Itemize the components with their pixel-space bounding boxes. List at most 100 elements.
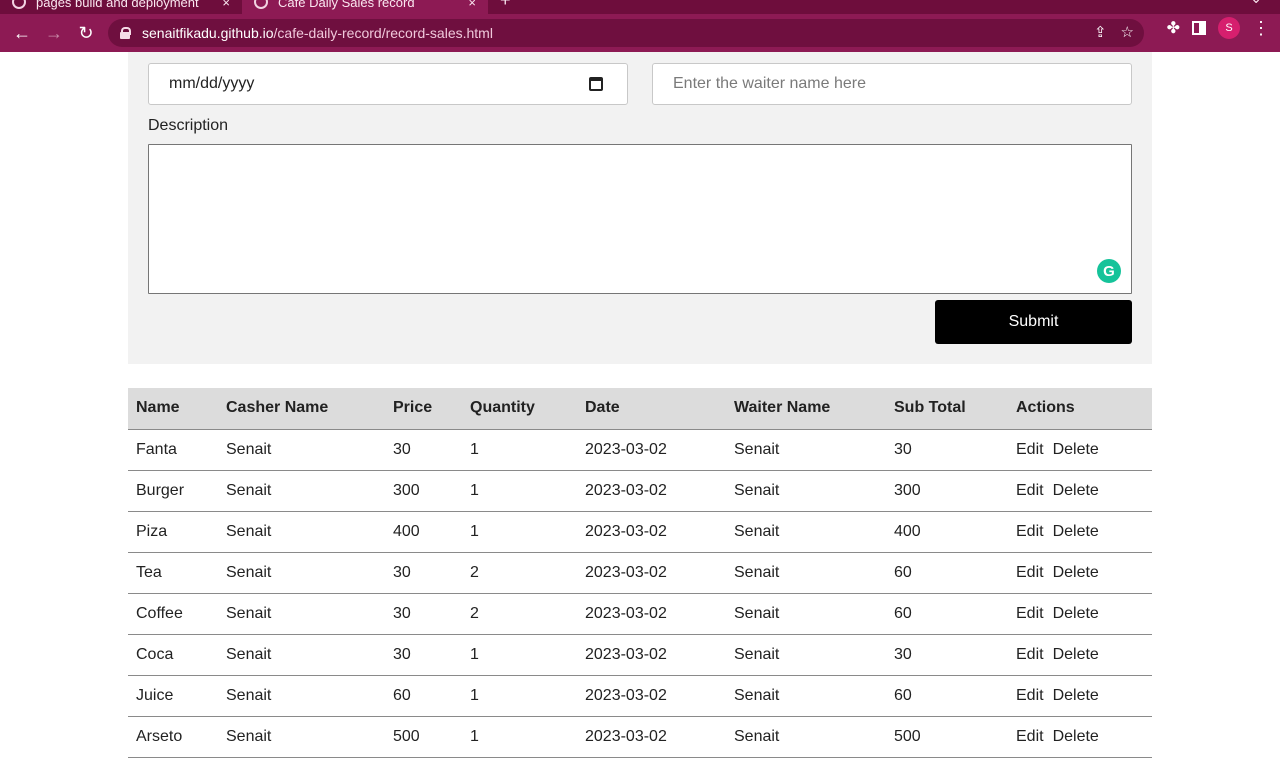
column-header: Date <box>577 388 726 430</box>
description-textarea[interactable]: G <box>148 144 1132 294</box>
actions-cell: Edit Delete <box>1008 470 1152 512</box>
column-header: Price <box>385 388 462 430</box>
table-cell: Senait <box>726 593 886 635</box>
side-panel-icon[interactable] <box>1192 21 1206 35</box>
date-placeholder: mm/dd/yyyy <box>169 75 255 92</box>
table-row: Juice Senait 60 1 2023-03-02 Senait 60 Edit Dele… <box>128 675 1152 717</box>
delete-button[interactable]: Delete <box>1053 564 1099 581</box>
table-cell: 1 <box>462 511 577 553</box>
table-cell: Senait <box>726 470 886 512</box>
forward-icon[interactable]: → <box>38 17 70 49</box>
delete-button[interactable]: Delete <box>1053 441 1099 458</box>
table-cell: Senait <box>218 470 385 512</box>
grammarly-icon[interactable]: G <box>1097 259 1121 283</box>
date-input[interactable]: mm/dd/yyyy <box>148 63 628 105</box>
table-cell: 2023-03-02 <box>577 470 726 512</box>
delete-button[interactable]: Delete <box>1053 523 1099 540</box>
delete-button[interactable]: Delete <box>1053 482 1099 499</box>
new-tab-button[interactable]: + <box>500 0 511 11</box>
actions-cell: Edit Delete <box>1008 716 1152 758</box>
column-header: Name <box>128 388 218 430</box>
bookmark-star-icon[interactable]: ☆ <box>1121 23 1134 41</box>
table-cell: 30 <box>385 634 462 676</box>
tab-strip: pages build and deployment × Cafe Daily … <box>0 0 1280 14</box>
edit-button[interactable]: Edit <box>1016 646 1044 663</box>
calendar-icon[interactable] <box>589 77 603 91</box>
column-header: Waiter Name <box>726 388 886 430</box>
actions-cell: Edit Delete <box>1008 429 1152 471</box>
table-cell: Senait <box>218 429 385 471</box>
table-cell: Senait <box>726 552 886 594</box>
table-cell: Piza <box>128 511 218 553</box>
submit-button[interactable]: Submit <box>935 300 1132 344</box>
delete-button[interactable]: Delete <box>1053 728 1099 745</box>
table-cell: 1 <box>462 716 577 758</box>
tab-search-icon[interactable]: ⌄ <box>1250 0 1262 7</box>
table-cell: Coffee <box>128 593 218 635</box>
table-cell: 500 <box>385 716 462 758</box>
url-host: senaitfikadu.github.io <box>142 25 274 41</box>
edit-button[interactable]: Edit <box>1016 523 1044 540</box>
edit-button[interactable]: Edit <box>1016 482 1044 499</box>
reload-icon[interactable]: ↻ <box>70 17 102 49</box>
close-icon[interactable]: × <box>468 0 476 10</box>
back-icon[interactable]: ← <box>6 17 38 49</box>
table-cell: 2023-03-02 <box>577 593 726 635</box>
url-text: senaitfikadu.github.io/cafe-daily-record… <box>142 25 493 41</box>
actions-cell: Edit Delete <box>1008 675 1152 717</box>
table-cell: Senait <box>726 634 886 676</box>
github-icon <box>12 0 26 9</box>
table-cell: 2 <box>462 593 577 635</box>
table-row: Tea Senait 30 2 2023-03-02 Senait 60 Edit Delete <box>128 552 1152 594</box>
table-cell: 2023-03-02 <box>577 675 726 717</box>
table-cell: 60 <box>385 675 462 717</box>
table-cell: Juice <box>128 675 218 717</box>
table-row: Burger Senait 300 1 2023-03-02 Senait 300 Edit D… <box>128 470 1152 512</box>
table-cell: Fanta <box>128 429 218 471</box>
table-cell: Senait <box>726 716 886 758</box>
table-cell: Arseto <box>128 716 218 758</box>
extensions-icon[interactable]: ✤ <box>1167 18 1180 38</box>
edit-button[interactable]: Edit <box>1016 687 1044 704</box>
table-cell: 500 <box>886 716 1008 758</box>
lock-icon[interactable] <box>120 27 131 39</box>
edit-button[interactable]: Edit <box>1016 728 1044 745</box>
url-path: /cafe-daily-record/record-sales.html <box>273 25 493 41</box>
delete-button[interactable]: Delete <box>1053 687 1099 704</box>
table-cell: Senait <box>726 511 886 553</box>
table-cell: Coca <box>128 634 218 676</box>
table-cell: 30 <box>385 593 462 635</box>
menu-icon[interactable]: ⋮ <box>1252 19 1270 37</box>
table-cell: Senait <box>218 552 385 594</box>
edit-button[interactable]: Edit <box>1016 564 1044 581</box>
actions-cell: Edit Delete <box>1008 552 1152 594</box>
edit-button[interactable]: Edit <box>1016 605 1044 622</box>
table-cell: 2023-03-02 <box>577 716 726 758</box>
delete-button[interactable]: Delete <box>1053 646 1099 663</box>
tab-pages-build[interactable]: pages build and deployment × <box>0 0 242 14</box>
table-cell: 1 <box>462 470 577 512</box>
table-cell: 2023-03-02 <box>577 552 726 594</box>
table-header-row: Name Casher Name Price Quantity Date Waiter N… <box>128 388 1152 430</box>
sales-form: mm/dd/yyyy Enter the waiter name here De… <box>128 52 1152 364</box>
tab-cafe-daily-sales[interactable]: Cafe Daily Sales record × <box>242 0 488 14</box>
profile-avatar[interactable]: S <box>1218 17 1240 39</box>
table-cell: 1 <box>462 634 577 676</box>
table-cell: 30 <box>886 634 1008 676</box>
edit-button[interactable]: Edit <box>1016 441 1044 458</box>
waiter-name-input[interactable]: Enter the waiter name here <box>652 63 1132 105</box>
table-cell: 400 <box>385 511 462 553</box>
table-cell: Senait <box>726 675 886 717</box>
tab-title: pages build and deployment <box>36 0 199 10</box>
tab-title: Cafe Daily Sales record <box>278 0 415 10</box>
browser-toolbar: ← → ↻ senaitfikadu.github.io/cafe-daily-… <box>0 14 1280 52</box>
table-cell: Senait <box>218 675 385 717</box>
column-header: Casher Name <box>218 388 385 430</box>
address-bar[interactable]: senaitfikadu.github.io/cafe-daily-record… <box>108 19 1144 47</box>
delete-button[interactable]: Delete <box>1053 605 1099 622</box>
share-icon[interactable]: ⇪ <box>1094 23 1107 41</box>
close-icon[interactable]: × <box>222 0 230 10</box>
table-row: Arseto Senait 500 1 2023-03-02 Senait 500 Edit D… <box>128 716 1152 758</box>
column-header: Quantity <box>462 388 577 430</box>
table-cell: Senait <box>218 511 385 553</box>
